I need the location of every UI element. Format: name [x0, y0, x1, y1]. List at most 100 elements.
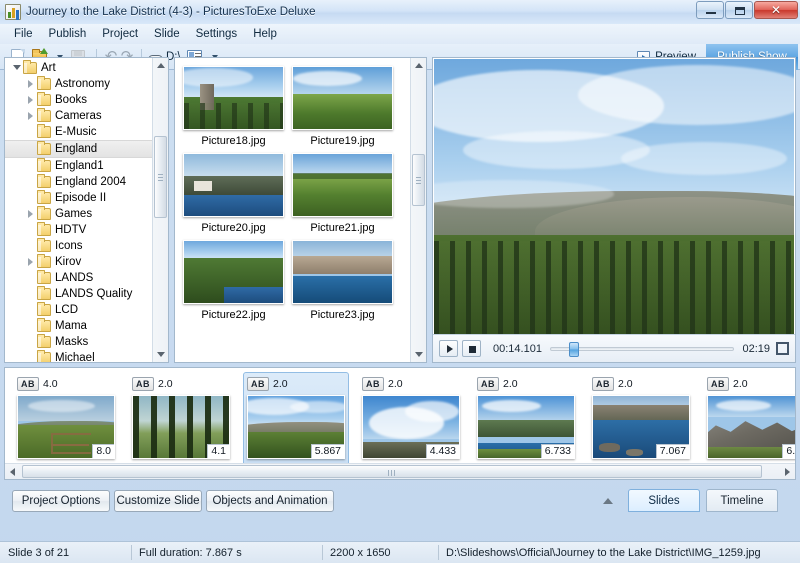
tree-item-england-2004[interactable]: England 2004 [5, 174, 168, 190]
filmstrip-scroll-left-icon[interactable] [5, 464, 20, 479]
project-options-label: Project Options [21, 495, 101, 507]
slide-transition-badge[interactable]: AB [132, 377, 154, 391]
tree-expander-closed-icon[interactable] [23, 207, 37, 221]
menu-file[interactable]: File [6, 26, 41, 42]
tree-item-label: HDTV [55, 224, 87, 236]
tree-item-masks[interactable]: Masks [5, 334, 168, 350]
slide-duration-badge: 7.067 [655, 444, 689, 458]
folder-tree-scrollbar[interactable] [152, 58, 168, 362]
maximize-button[interactable] [725, 1, 753, 19]
file-thumbnail[interactable]: Picture21.jpg [292, 153, 393, 234]
status-dimensions: 2200 x 1650 [322, 542, 438, 563]
thumbnails-scroll-down-icon[interactable] [411, 347, 426, 362]
tree-expander-placeholder [23, 319, 37, 333]
file-thumbnails-grid: Picture18.jpg Picture19.jpg Picture20.jpg P… [175, 58, 410, 362]
player-seek-slider[interactable] [549, 341, 735, 357]
file-thumbnail[interactable]: Picture20.jpg [183, 153, 284, 234]
tree-item-episode-ii[interactable]: Episode II [5, 190, 168, 206]
filmstrip-scrollbar[interactable] [5, 463, 795, 479]
slide-item[interactable]: AB2.06.97. IMG_1197 [703, 372, 795, 477]
file-thumbnails-panel[interactable]: Picture18.jpg Picture19.jpg Picture20.jpg P… [174, 57, 427, 363]
tree-expander-open-icon[interactable] [9, 61, 23, 75]
preview-player-controls: 00:14.101 02:19 [433, 334, 795, 362]
slide-transition-badge[interactable]: AB [247, 377, 269, 391]
slide-transition-time: 2.0 [733, 378, 748, 390]
filmstrip-scroll-right-icon[interactable] [780, 464, 795, 479]
file-thumbnail[interactable]: Picture23.jpg [292, 240, 393, 321]
tree-item-england[interactable]: England [5, 140, 168, 158]
tree-item-label: LANDS Quality [55, 288, 133, 300]
tab-timeline-label: Timeline [720, 494, 764, 507]
tree-item-e-music[interactable]: E-Music [5, 124, 168, 140]
folder-tree-list: Art Astronomy Books Cameras E-Music England En… [5, 58, 168, 362]
folder-tree-scroll-thumb[interactable] [154, 136, 167, 218]
tree-item-art[interactable]: Art [5, 60, 168, 76]
folder-tree-scroll-down-icon[interactable] [153, 347, 168, 362]
close-button[interactable]: ✕ [754, 1, 798, 19]
folder-icon [37, 174, 51, 188]
tree-item-lands[interactable]: LANDS [5, 270, 168, 286]
file-thumbnail[interactable]: Picture22.jpg [183, 240, 284, 321]
slide-item[interactable]: AB2.06.7335. IMG_1196 [473, 372, 579, 477]
tree-item-astronomy[interactable]: Astronomy [5, 76, 168, 92]
slide-transition-badge[interactable]: AB [477, 377, 499, 391]
minimize-button[interactable] [696, 1, 724, 19]
customize-slide-button[interactable]: Customize Slide [114, 490, 202, 512]
folder-icon [37, 222, 51, 236]
tree-item-hdtv[interactable]: HDTV [5, 222, 168, 238]
slide-duration-badge: 5.867 [310, 444, 344, 458]
filmstrip-scroll-thumb[interactable] [22, 465, 762, 478]
tree-expander-closed-icon[interactable] [23, 93, 37, 107]
file-thumbnail[interactable]: Picture18.jpg [183, 66, 284, 147]
slide-badges: AB 2.0 [477, 376, 575, 392]
thumbnails-scroll-thumb[interactable] [412, 154, 425, 206]
tree-item-lands-quality[interactable]: LANDS Quality [5, 286, 168, 302]
tree-expander-closed-icon[interactable] [23, 255, 37, 269]
slide-item[interactable]: AB2.04.12. IMG_1261 [128, 372, 234, 477]
folder-tree-panel[interactable]: Art Astronomy Books Cameras E-Music England En… [4, 57, 169, 363]
tree-item-icons[interactable]: Icons [5, 238, 168, 254]
slide-thumbnail-image: 8.0 [17, 395, 115, 459]
project-options-button[interactable]: Project Options [12, 490, 110, 512]
player-play-button[interactable] [439, 340, 458, 357]
tree-item-books[interactable]: Books [5, 92, 168, 108]
player-seek-handle[interactable] [569, 341, 580, 357]
file-thumbnail[interactable]: Picture19.jpg [292, 66, 393, 147]
tab-slides[interactable]: Slides [628, 489, 700, 512]
menu-settings[interactable]: Settings [188, 26, 246, 42]
tree-item-lcd[interactable]: LCD [5, 302, 168, 318]
folder-tree-scroll-up-icon[interactable] [153, 58, 168, 73]
tree-item-england1[interactable]: England1 [5, 158, 168, 174]
slide-item[interactable]: AB2.05.8673. IMG_1259 [243, 372, 349, 477]
player-stop-button[interactable] [462, 340, 481, 357]
slide-item[interactable]: AB4.08.01. IMG_1068 [13, 372, 119, 477]
menu-project[interactable]: Project [94, 26, 146, 42]
slide-transition-badge[interactable]: AB [17, 377, 39, 391]
window-title: Journey to the Lake District (4-3) - Pic… [26, 6, 316, 18]
slide-item[interactable]: AB2.07.0676. IMG_1191_2 [588, 372, 694, 477]
tree-item-cameras[interactable]: Cameras [5, 108, 168, 124]
tree-item-label: LCD [55, 304, 79, 316]
slide-transition-badge[interactable]: AB [592, 377, 614, 391]
tree-item-mama[interactable]: Mama [5, 318, 168, 334]
tab-timeline[interactable]: Timeline [706, 489, 778, 512]
tree-item-kirov[interactable]: Kirov [5, 254, 168, 270]
thumbnails-scrollbar[interactable] [410, 58, 426, 362]
tree-expander-closed-icon[interactable] [23, 109, 37, 123]
menu-help[interactable]: Help [245, 26, 285, 42]
file-thumbnail-name: Picture23.jpg [310, 309, 375, 321]
tree-expander-closed-icon[interactable] [23, 77, 37, 91]
slide-transition-time: 2.0 [618, 378, 633, 390]
slide-filmstrip: AB4.08.01. IMG_1068AB2.04.12. IMG_1261AB… [4, 367, 796, 480]
menu-slide[interactable]: Slide [146, 26, 188, 42]
tree-item-games[interactable]: Games [5, 206, 168, 222]
menu-publish[interactable]: Publish [41, 26, 95, 42]
slide-transition-badge[interactable]: AB [362, 377, 384, 391]
tree-item-michael[interactable]: Michael [5, 350, 168, 362]
slide-item[interactable]: AB2.04.4334. IMG_1220 [358, 372, 464, 477]
slide-transition-badge[interactable]: AB [707, 377, 729, 391]
collapse-panel-triangle-icon[interactable] [598, 491, 618, 510]
thumbnails-scroll-up-icon[interactable] [411, 58, 426, 73]
objects-and-animation-button[interactable]: Objects and Animation [206, 490, 334, 512]
fullscreen-icon[interactable] [776, 342, 789, 355]
